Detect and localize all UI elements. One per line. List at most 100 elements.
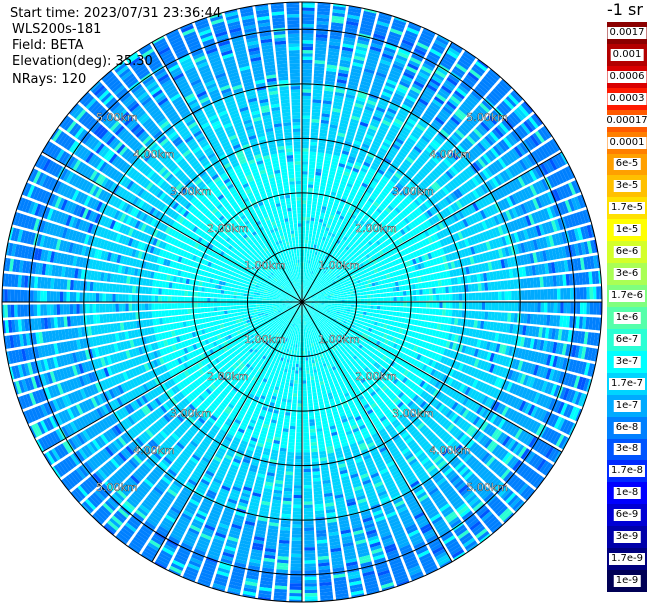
range-gate-cell — [284, 365, 289, 370]
range-gate-cell — [298, 390, 302, 394]
range-gate-cell — [289, 583, 302, 587]
range-gate-cell — [312, 467, 320, 472]
range-gate-cell — [341, 304, 345, 307]
range-gate-cell — [285, 378, 290, 383]
range-gate-cell — [281, 513, 291, 518]
range-gate-cell — [406, 302, 410, 307]
range-gate-cell — [306, 330, 309, 335]
range-gate-cell — [337, 303, 342, 306]
range-gate-cell — [297, 393, 302, 397]
range-gate-cell — [310, 373, 314, 377]
range-gate-cell — [288, 349, 292, 354]
range-gate-cell — [288, 438, 295, 443]
range-gate-cell — [292, 360, 296, 364]
range-gate-cell — [284, 368, 288, 373]
range-gate-cell — [298, 380, 302, 384]
range-gate-cell — [289, 386, 294, 390]
range-gate-cell — [295, 367, 299, 371]
range-gate-cell — [396, 306, 401, 312]
range-gate-cell — [442, 309, 446, 316]
range-gate-cell — [294, 380, 298, 384]
range-gate-cell — [299, 321, 301, 325]
range-gate-cell — [426, 302, 430, 308]
range-gate-cell — [387, 302, 391, 306]
range-gate-cell — [385, 315, 390, 320]
range-gate-cell — [292, 521, 302, 525]
range-gate-cell — [292, 530, 302, 535]
range-gate-cell — [458, 310, 463, 318]
range-gate-cell — [285, 362, 290, 367]
range-gate-cell — [285, 382, 290, 387]
range-gate-cell — [435, 309, 440, 316]
ppi-plot: 1.00km 1.00km1.00km1.00km2.00km 2.00km2.00… — [1, 1, 603, 607]
range-gate-cell — [304, 563, 316, 568]
range-gate-cell — [389, 306, 394, 311]
range-gate-cell — [293, 485, 302, 489]
range-gate-cell — [471, 310, 476, 319]
range-gate-cell — [415, 313, 420, 320]
range-gate-cell — [340, 308, 345, 311]
range-gate-cell — [458, 302, 463, 309]
range-gate-cell — [403, 302, 407, 307]
range-gate-cell — [288, 435, 295, 440]
range-gate-cell — [284, 385, 289, 390]
range-gate-cell — [303, 321, 305, 325]
range-gate-cell — [296, 426, 302, 430]
range-gate-cell — [303, 471, 312, 476]
range-gate-cell — [303, 318, 305, 322]
range-gate-cell — [285, 412, 291, 416]
range-gate-cell — [289, 379, 294, 384]
range-gate-cell — [297, 413, 302, 417]
range-gate-cell — [287, 355, 291, 360]
range-gate-cell — [295, 330, 298, 335]
range-gate-cell — [290, 343, 294, 347]
range-gate-cell — [289, 589, 302, 594]
range-gate-cell — [298, 334, 301, 338]
range-gate-cell — [451, 309, 456, 317]
range-gate-cell — [302, 334, 304, 338]
range-gate-cell — [303, 485, 312, 489]
range-gate-cell — [291, 406, 297, 410]
range-gate-cell — [343, 310, 347, 314]
range-gate-cell — [510, 312, 515, 323]
range-gate-cell — [296, 432, 302, 437]
range-gate-cell — [296, 416, 302, 420]
range-gate-cell — [481, 311, 486, 320]
range-gate-cell — [360, 305, 365, 308]
range-gate-cell — [468, 302, 473, 310]
range-gate-cell — [305, 331, 308, 335]
range-gate-cell — [305, 360, 309, 365]
range-gate-cell — [439, 302, 443, 309]
range-gate-cell — [287, 451, 295, 456]
range-gate-cell — [305, 603, 318, 607]
range-gate-cell — [302, 351, 305, 355]
range-gate-cell — [292, 393, 298, 397]
range-gate-cell — [294, 481, 302, 486]
range-gate-cell — [303, 439, 310, 443]
range-gate-cell — [308, 356, 312, 361]
range-gate-cell — [303, 331, 306, 335]
range-gate-cell — [304, 530, 315, 535]
range-gate-cell — [308, 360, 312, 364]
range-gate-cell — [315, 415, 321, 420]
range-gate-cell — [288, 389, 293, 394]
range-gate-cell — [425, 308, 430, 315]
range-gate-cell — [312, 349, 316, 354]
range-gate-cell — [292, 524, 302, 528]
range-gate-cell — [303, 422, 309, 427]
range-gate-cell — [429, 308, 433, 315]
range-gate-cell — [289, 593, 302, 597]
range-gate-cell — [382, 310, 387, 315]
range-gate-cell — [314, 411, 320, 416]
range-gate-cell — [490, 311, 495, 321]
range-gate-cell — [289, 382, 294, 387]
range-gate-cell — [583, 302, 587, 315]
range-gate-cell — [284, 481, 293, 486]
range-gate-cell — [313, 398, 318, 403]
range-gate-cell — [304, 520, 314, 525]
range-gate-cell — [286, 405, 292, 410]
range-gate-cell — [378, 314, 383, 319]
range-gate-cell — [389, 311, 394, 316]
range-gate-cell — [593, 302, 597, 315]
range-gate-cell — [299, 324, 301, 329]
